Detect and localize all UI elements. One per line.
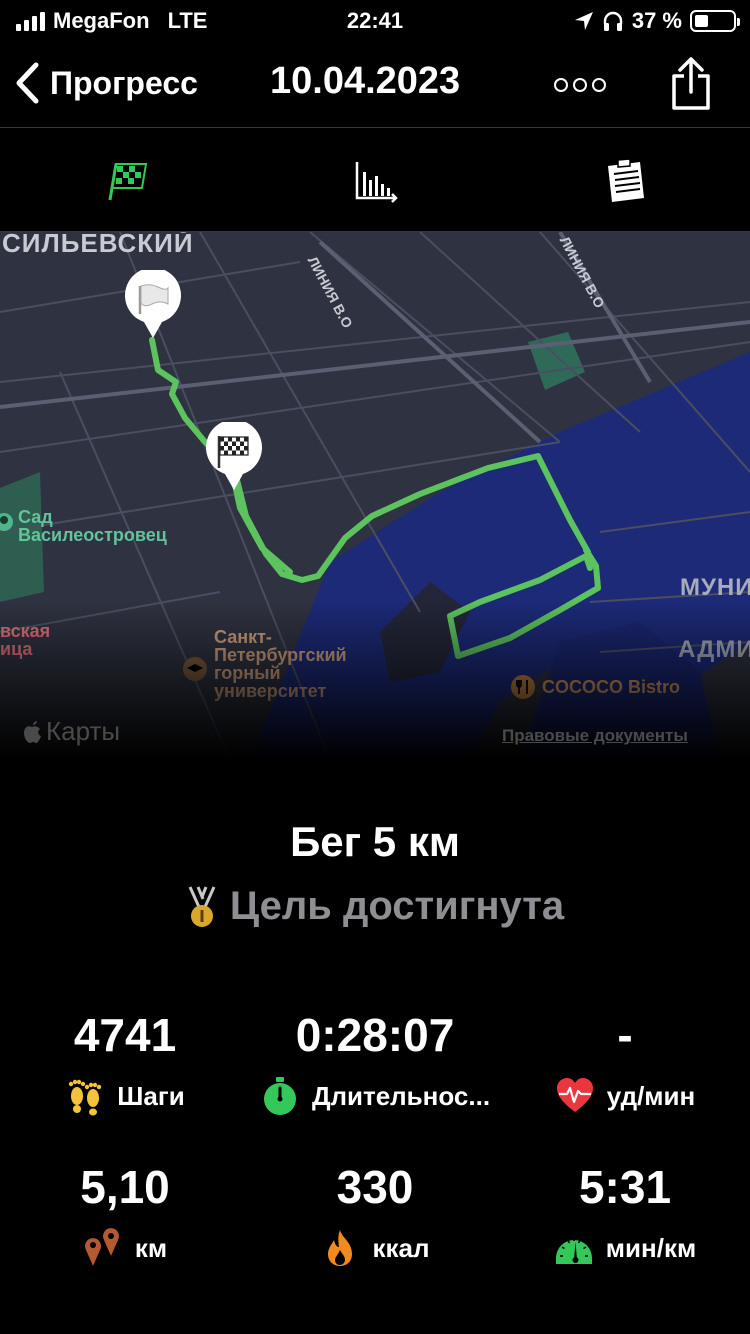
stat-label: ккал — [372, 1232, 430, 1263]
flame-icon — [328, 1230, 353, 1266]
stat-label-row: уд/мин — [500, 1076, 750, 1116]
battery-percent: 37 % — [631, 8, 682, 33]
stat-heart-rate: - уд/мин — [500, 1012, 750, 1116]
dot-icon — [573, 78, 587, 92]
headphones-icon — [603, 11, 623, 31]
stat-value: 5,10 — [80, 1161, 170, 1213]
tab-notes[interactable] — [602, 158, 648, 204]
university-poi-icon — [183, 657, 207, 681]
stat-duration: 0:28:07 Длительнос... — [250, 1012, 500, 1116]
navigation-bar: Прогресс 10.04.2023 — [0, 50, 750, 128]
status-right: 37 % — [574, 8, 740, 34]
tab-charts[interactable] — [352, 158, 398, 204]
start-pin[interactable] — [124, 267, 182, 340]
battery-icon — [690, 10, 740, 32]
medal-icon — [188, 885, 216, 927]
location-pins-icon — [84, 1228, 119, 1266]
finish-pin[interactable] — [205, 419, 263, 492]
stat-value: 4741 — [73, 1009, 177, 1061]
stat-label: Шаги — [117, 1080, 185, 1111]
finish-flag-icon — [206, 419, 262, 490]
notes-icon — [608, 158, 644, 202]
stat-calories: 330 ккал — [250, 1164, 500, 1268]
dot-icon — [554, 78, 568, 92]
stat-distance: 5,10 км — [0, 1164, 250, 1268]
heart-rate-icon — [556, 1078, 593, 1112]
stat-label-row: Длительнос... — [250, 1076, 500, 1116]
chart-icon — [355, 162, 398, 203]
stat-value: 5:31 — [578, 1161, 672, 1213]
back-label: Прогресс — [50, 64, 198, 101]
stat-label: уд/мин — [606, 1080, 696, 1111]
legal-link[interactable]: Правовые документы — [502, 726, 688, 746]
map-garden-label: Сад Василеостровец — [18, 507, 167, 545]
goal-status: Цель достигнута — [0, 884, 750, 929]
route-map[interactable]: СИЛЬЕВСКИЙ ЛИНИЯ В.О ЛИНИЯ В.О Сад Васил… — [0, 232, 750, 760]
speedometer-icon — [555, 1238, 592, 1264]
map-district-label: СИЛЬЕВСКИЙ — [2, 232, 194, 258]
page-title-date: 10.04.2023 — [270, 60, 461, 102]
stat-label-row: мин/км — [500, 1228, 750, 1268]
map-left-cut-label: вская ица — [0, 621, 51, 659]
more-button[interactable] — [554, 78, 606, 92]
map-right-bottom-label: АДМИ — [678, 636, 750, 663]
stat-label-row: ккал — [250, 1228, 500, 1268]
maps-brand: Карты — [22, 716, 120, 747]
park-poi-icon — [0, 513, 13, 531]
restaurant-poi-icon — [511, 675, 535, 699]
stat-steps: 4741 Шаги — [0, 1012, 250, 1116]
footprints-icon — [69, 1079, 102, 1116]
stat-label: км — [134, 1232, 168, 1263]
stopwatch-icon — [263, 1077, 296, 1115]
tab-bar — [0, 130, 750, 232]
stat-value: 330 — [336, 1161, 414, 1213]
battery-fill — [695, 15, 709, 27]
stat-label: Длительнос... — [311, 1080, 491, 1111]
goal-text: Цель достигнута — [229, 884, 565, 928]
activity-title: Бег 5 км — [290, 818, 460, 865]
stat-pace: 5:31 мин/км — [500, 1164, 750, 1268]
stat-label-row: Шаги — [0, 1076, 250, 1116]
location-arrow-icon — [574, 12, 593, 30]
map-restaurant-label: COCOCO Bistro — [542, 677, 681, 697]
status-bar: MegaFon LTE 22:41 37 % — [0, 0, 750, 44]
map-right-top-label: МУНИ — [680, 574, 750, 601]
stat-value: 0:28:07 — [295, 1009, 455, 1061]
stat-value: - — [617, 1009, 633, 1061]
stat-label: мин/км — [605, 1232, 697, 1263]
maps-brand-label: Карты — [46, 716, 121, 746]
back-button[interactable]: Прогресс — [14, 62, 198, 104]
route-flag-icon — [108, 163, 148, 201]
share-button[interactable] — [668, 56, 714, 112]
tab-route[interactable] — [104, 158, 150, 204]
start-flag-icon — [125, 267, 181, 338]
share-icon — [672, 57, 710, 110]
dot-icon — [592, 78, 606, 92]
chevron-left-icon — [16, 62, 39, 104]
apple-logo-icon — [24, 720, 41, 743]
map-university-label: Санкт- Петербургский горный университет — [214, 627, 347, 701]
stat-label-row: км — [0, 1228, 250, 1268]
